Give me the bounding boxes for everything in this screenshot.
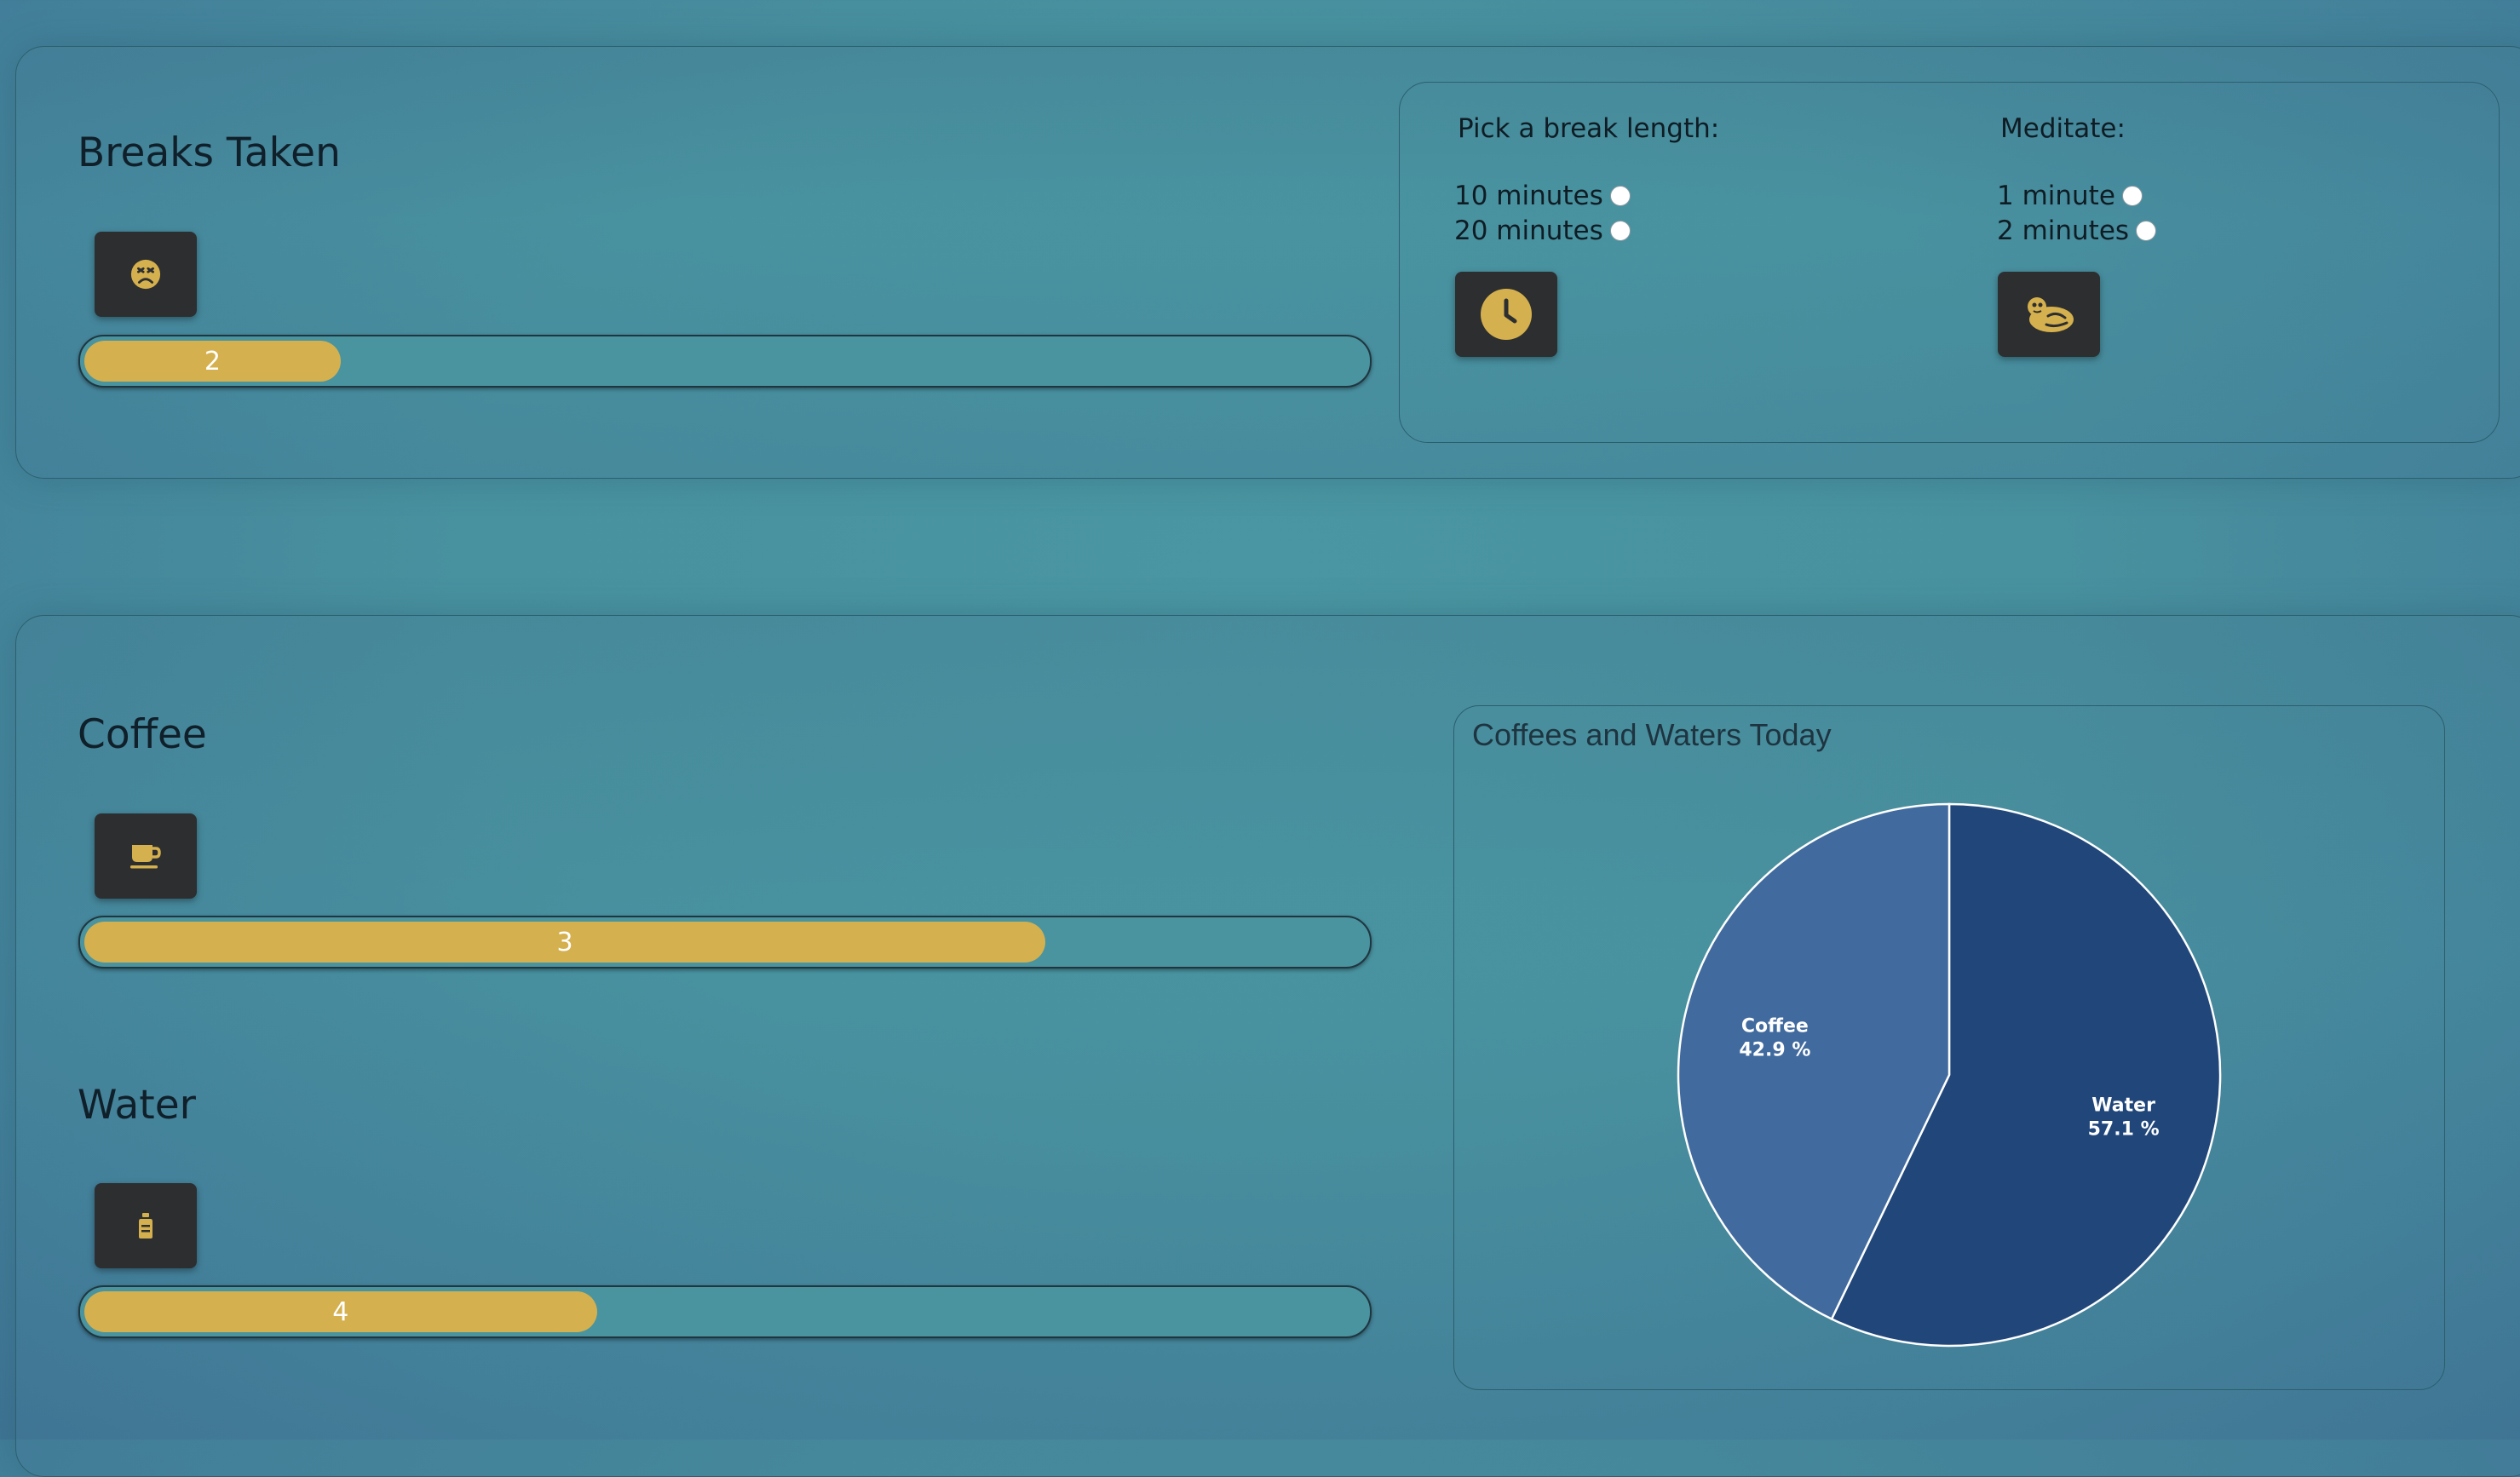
meditate-option-1-label: 1 minute — [1997, 181, 2115, 211]
break-option-10[interactable]: 10 minutes — [1454, 181, 1631, 211]
log-break-button[interactable] — [95, 232, 197, 317]
start-meditation-button[interactable] — [1998, 272, 2100, 357]
add-coffee-button[interactable] — [95, 813, 197, 899]
meditate-option-2-label: 2 minutes — [1997, 216, 2130, 246]
meditation-icon — [2028, 297, 2074, 332]
breaks-progress-bar: 2 — [78, 335, 1372, 388]
breaks-title: Breaks Taken — [78, 129, 341, 176]
break-option-20[interactable]: 20 minutes — [1454, 216, 1631, 246]
break-length-heading: Pick a break length: — [1458, 113, 1720, 144]
coffee-count: 3 — [556, 927, 573, 957]
breaks-count: 2 — [204, 346, 221, 376]
meditate-heading: Meditate: — [2000, 113, 2126, 144]
chart-title: Coffees and Waters Today — [1472, 717, 1832, 752]
break-option-10-label: 10 minutes — [1454, 181, 1603, 211]
coffee-title: Coffee — [78, 711, 207, 758]
sad-face-icon — [130, 259, 161, 290]
coffee-cup-icon — [130, 845, 161, 869]
add-water-button[interactable] — [95, 1183, 197, 1268]
coffee-progress-bar: 3 — [78, 916, 1372, 968]
break-option-20-label: 20 minutes — [1454, 216, 1603, 246]
water-progress-fill: 4 — [84, 1291, 597, 1332]
break-option-10-radio[interactable] — [1609, 186, 1631, 206]
meditate-option-1-radio[interactable] — [2121, 186, 2143, 206]
meditate-option-2-radio[interactable] — [2136, 221, 2157, 241]
break-option-20-radio[interactable] — [1609, 221, 1631, 241]
water-count: 4 — [332, 1296, 349, 1327]
water-progress-bar: 4 — [78, 1285, 1372, 1338]
water-title: Water — [78, 1082, 196, 1129]
clock-icon — [1481, 289, 1532, 340]
water-bottle-icon — [139, 1213, 152, 1238]
start-break-button[interactable] — [1455, 272, 1557, 357]
meditate-option-2[interactable]: 2 minutes — [1997, 216, 2157, 246]
drinks-chart-panel — [1453, 705, 2445, 1390]
meditate-option-1[interactable]: 1 minute — [1997, 181, 2143, 211]
breaks-progress-fill: 2 — [84, 341, 341, 382]
coffee-progress-fill: 3 — [84, 922, 1045, 963]
